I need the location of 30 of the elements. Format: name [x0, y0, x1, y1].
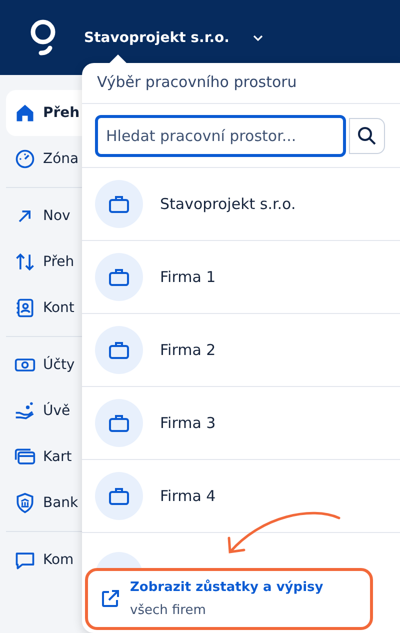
- workspace-name: Firma 1: [160, 268, 216, 286]
- nav-icon: [14, 297, 36, 319]
- workspace-item[interactable]: Stavoprojekt s.r.o.: [82, 168, 400, 241]
- nav-icon: [14, 148, 36, 170]
- external-link-icon: [100, 589, 120, 609]
- nav-item[interactable]: Kom: [6, 537, 86, 583]
- search-field[interactable]: Hledat pracovní prostor...: [95, 115, 346, 157]
- briefcase-icon: [108, 194, 130, 214]
- workspace-name: Firma 4: [160, 487, 216, 505]
- briefcase-icon: [108, 486, 130, 506]
- menu-title: Výběr pracovního prostoru: [82, 63, 400, 104]
- search-icon: [357, 126, 378, 146]
- search-button[interactable]: [349, 118, 385, 154]
- briefcase-icon: [108, 267, 130, 287]
- workspace-name: Firma 2: [160, 341, 216, 359]
- workspace-item[interactable]: Firma 1: [82, 241, 400, 314]
- nav-icon: [14, 400, 36, 422]
- briefcase-icon: [108, 413, 130, 433]
- nav-icon: [14, 102, 36, 124]
- workspace-item[interactable]: Firma 2: [82, 314, 400, 387]
- workspace-item[interactable]: Firma 4: [82, 460, 400, 533]
- workspace-name: Stavoprojekt s.r.o.: [160, 195, 296, 213]
- nav-icon: [14, 251, 36, 273]
- chevron-down-icon[interactable]: [252, 34, 264, 42]
- company-name[interactable]: Stavoprojekt s.r.o.: [84, 30, 230, 46]
- briefcase-icon: [108, 340, 130, 360]
- nav-icon: [14, 492, 36, 514]
- workspace-name: Firma 3: [160, 414, 216, 432]
- workspace-item[interactable]: Firma 3: [82, 387, 400, 460]
- all-companies-link[interactable]: Zobrazit zůstatky a výpisy všech firem: [85, 568, 373, 630]
